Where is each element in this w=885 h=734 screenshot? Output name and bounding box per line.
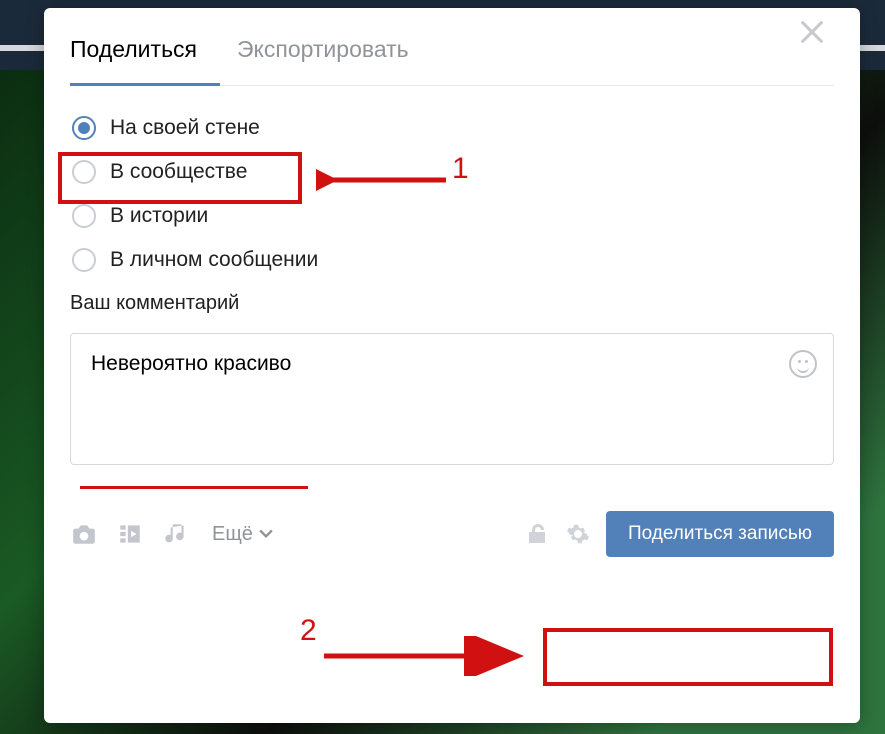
comment-textarea[interactable]: Невероятно красиво xyxy=(70,333,834,465)
more-label: Ещё xyxy=(212,523,253,546)
tab-export[interactable]: Экспортировать xyxy=(237,36,415,85)
radio-community[interactable]: В сообществе xyxy=(72,160,834,184)
radio-icon xyxy=(72,204,96,228)
lock-icon[interactable] xyxy=(526,522,550,546)
radio-icon xyxy=(72,160,96,184)
radio-own-wall[interactable]: На своей стене xyxy=(72,116,834,140)
radio-private-message[interactable]: В личном сообщении xyxy=(72,248,834,272)
radio-label: В истории xyxy=(110,204,208,228)
gear-icon[interactable] xyxy=(566,522,590,546)
video-icon[interactable] xyxy=(116,521,144,547)
more-attachments[interactable]: Ещё xyxy=(212,523,273,546)
chevron-down-icon xyxy=(259,523,273,546)
radio-story[interactable]: В истории xyxy=(72,204,834,228)
share-target-group: На своей стене В сообществе В истории В … xyxy=(70,116,834,272)
radio-label: В сообществе xyxy=(110,160,247,184)
camera-icon[interactable] xyxy=(70,521,98,547)
music-icon[interactable] xyxy=(162,521,190,547)
radio-icon xyxy=(72,248,96,272)
radio-label: На своей стене xyxy=(110,116,260,140)
comment-label: Ваш комментарий xyxy=(70,292,834,315)
share-post-button[interactable]: Поделиться записью xyxy=(606,511,834,557)
radio-label: В личном сообщении xyxy=(110,248,318,272)
radio-icon xyxy=(72,116,96,140)
tab-share[interactable]: Поделиться xyxy=(70,36,203,85)
close-icon[interactable] xyxy=(798,18,828,48)
share-modal: Поделиться Экспортировать На своей стене… xyxy=(44,8,860,723)
comment-text: Невероятно красиво xyxy=(91,352,291,375)
emoji-icon[interactable] xyxy=(789,350,817,378)
